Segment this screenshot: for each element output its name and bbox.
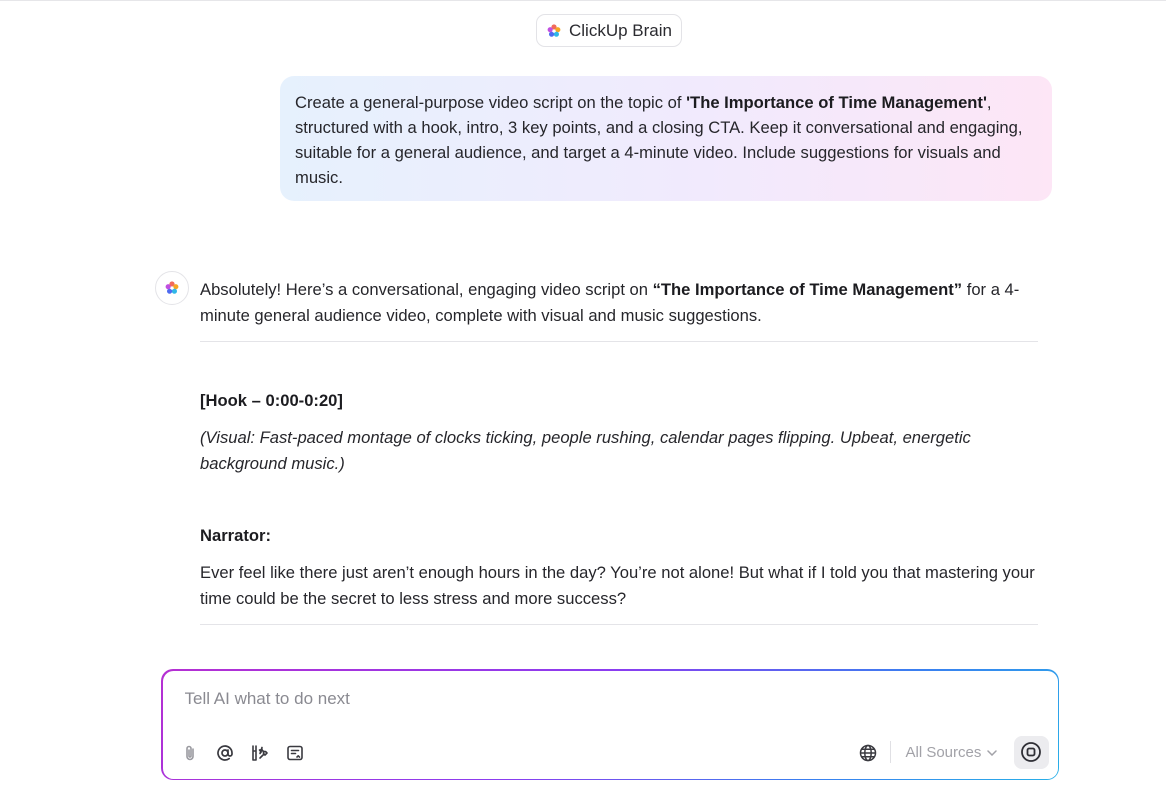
narrator-heading: Narrator: <box>200 526 272 545</box>
chevron-down-icon <box>987 749 998 756</box>
composer-body: All Sources <box>162 670 1058 779</box>
hook-heading: [Hook – 0:00-0:20] <box>200 391 343 410</box>
user-message-topic: 'The Importance of Time Management' <box>686 93 987 112</box>
narrator-text: Ever feel like there just aren’t enough … <box>200 563 1035 608</box>
ai-composer: All Sources <box>161 669 1059 780</box>
clickup-brain-badge[interactable]: ClickUp Brain <box>536 14 682 47</box>
response-divider-bottom <box>200 624 1038 625</box>
clickup-brain-avatar-icon <box>164 280 180 296</box>
brand-label: ClickUp Brain <box>569 20 672 40</box>
clickup-brain-flower-icon <box>546 23 562 39</box>
notes-icon[interactable] <box>284 742 306 764</box>
tools-icon[interactable] <box>249 742 271 764</box>
visual-note: (Visual: Fast-paced montage of clocks ti… <box>200 428 971 473</box>
all-sources-dropdown[interactable]: All Sources <box>906 742 998 764</box>
mention-icon[interactable] <box>214 742 236 764</box>
ai-intro-text: Absolutely! Here’s a conversational, eng… <box>200 280 653 299</box>
stop-icon <box>1021 742 1041 762</box>
user-message-text: Create a general-purpose video script on… <box>295 93 687 112</box>
ai-intro-topic: “The Importance of Time Management” <box>652 280 963 299</box>
user-message-bubble: Create a general-purpose video script on… <box>280 76 1052 201</box>
toolbar-separator <box>889 740 891 763</box>
response-divider <box>200 341 1038 342</box>
ai-intro: Absolutely! Here’s a conversational, eng… <box>200 277 1040 329</box>
ai-response: Absolutely! Here’s a conversational, eng… <box>200 277 1040 625</box>
sources-label: All Sources <box>905 744 982 761</box>
composer-input[interactable] <box>184 688 885 709</box>
stop-button[interactable] <box>1013 735 1049 769</box>
attach-icon[interactable] <box>179 742 201 764</box>
ai-avatar <box>155 271 189 305</box>
globe-icon[interactable] <box>857 742 879 764</box>
top-divider <box>0 0 1166 1</box>
